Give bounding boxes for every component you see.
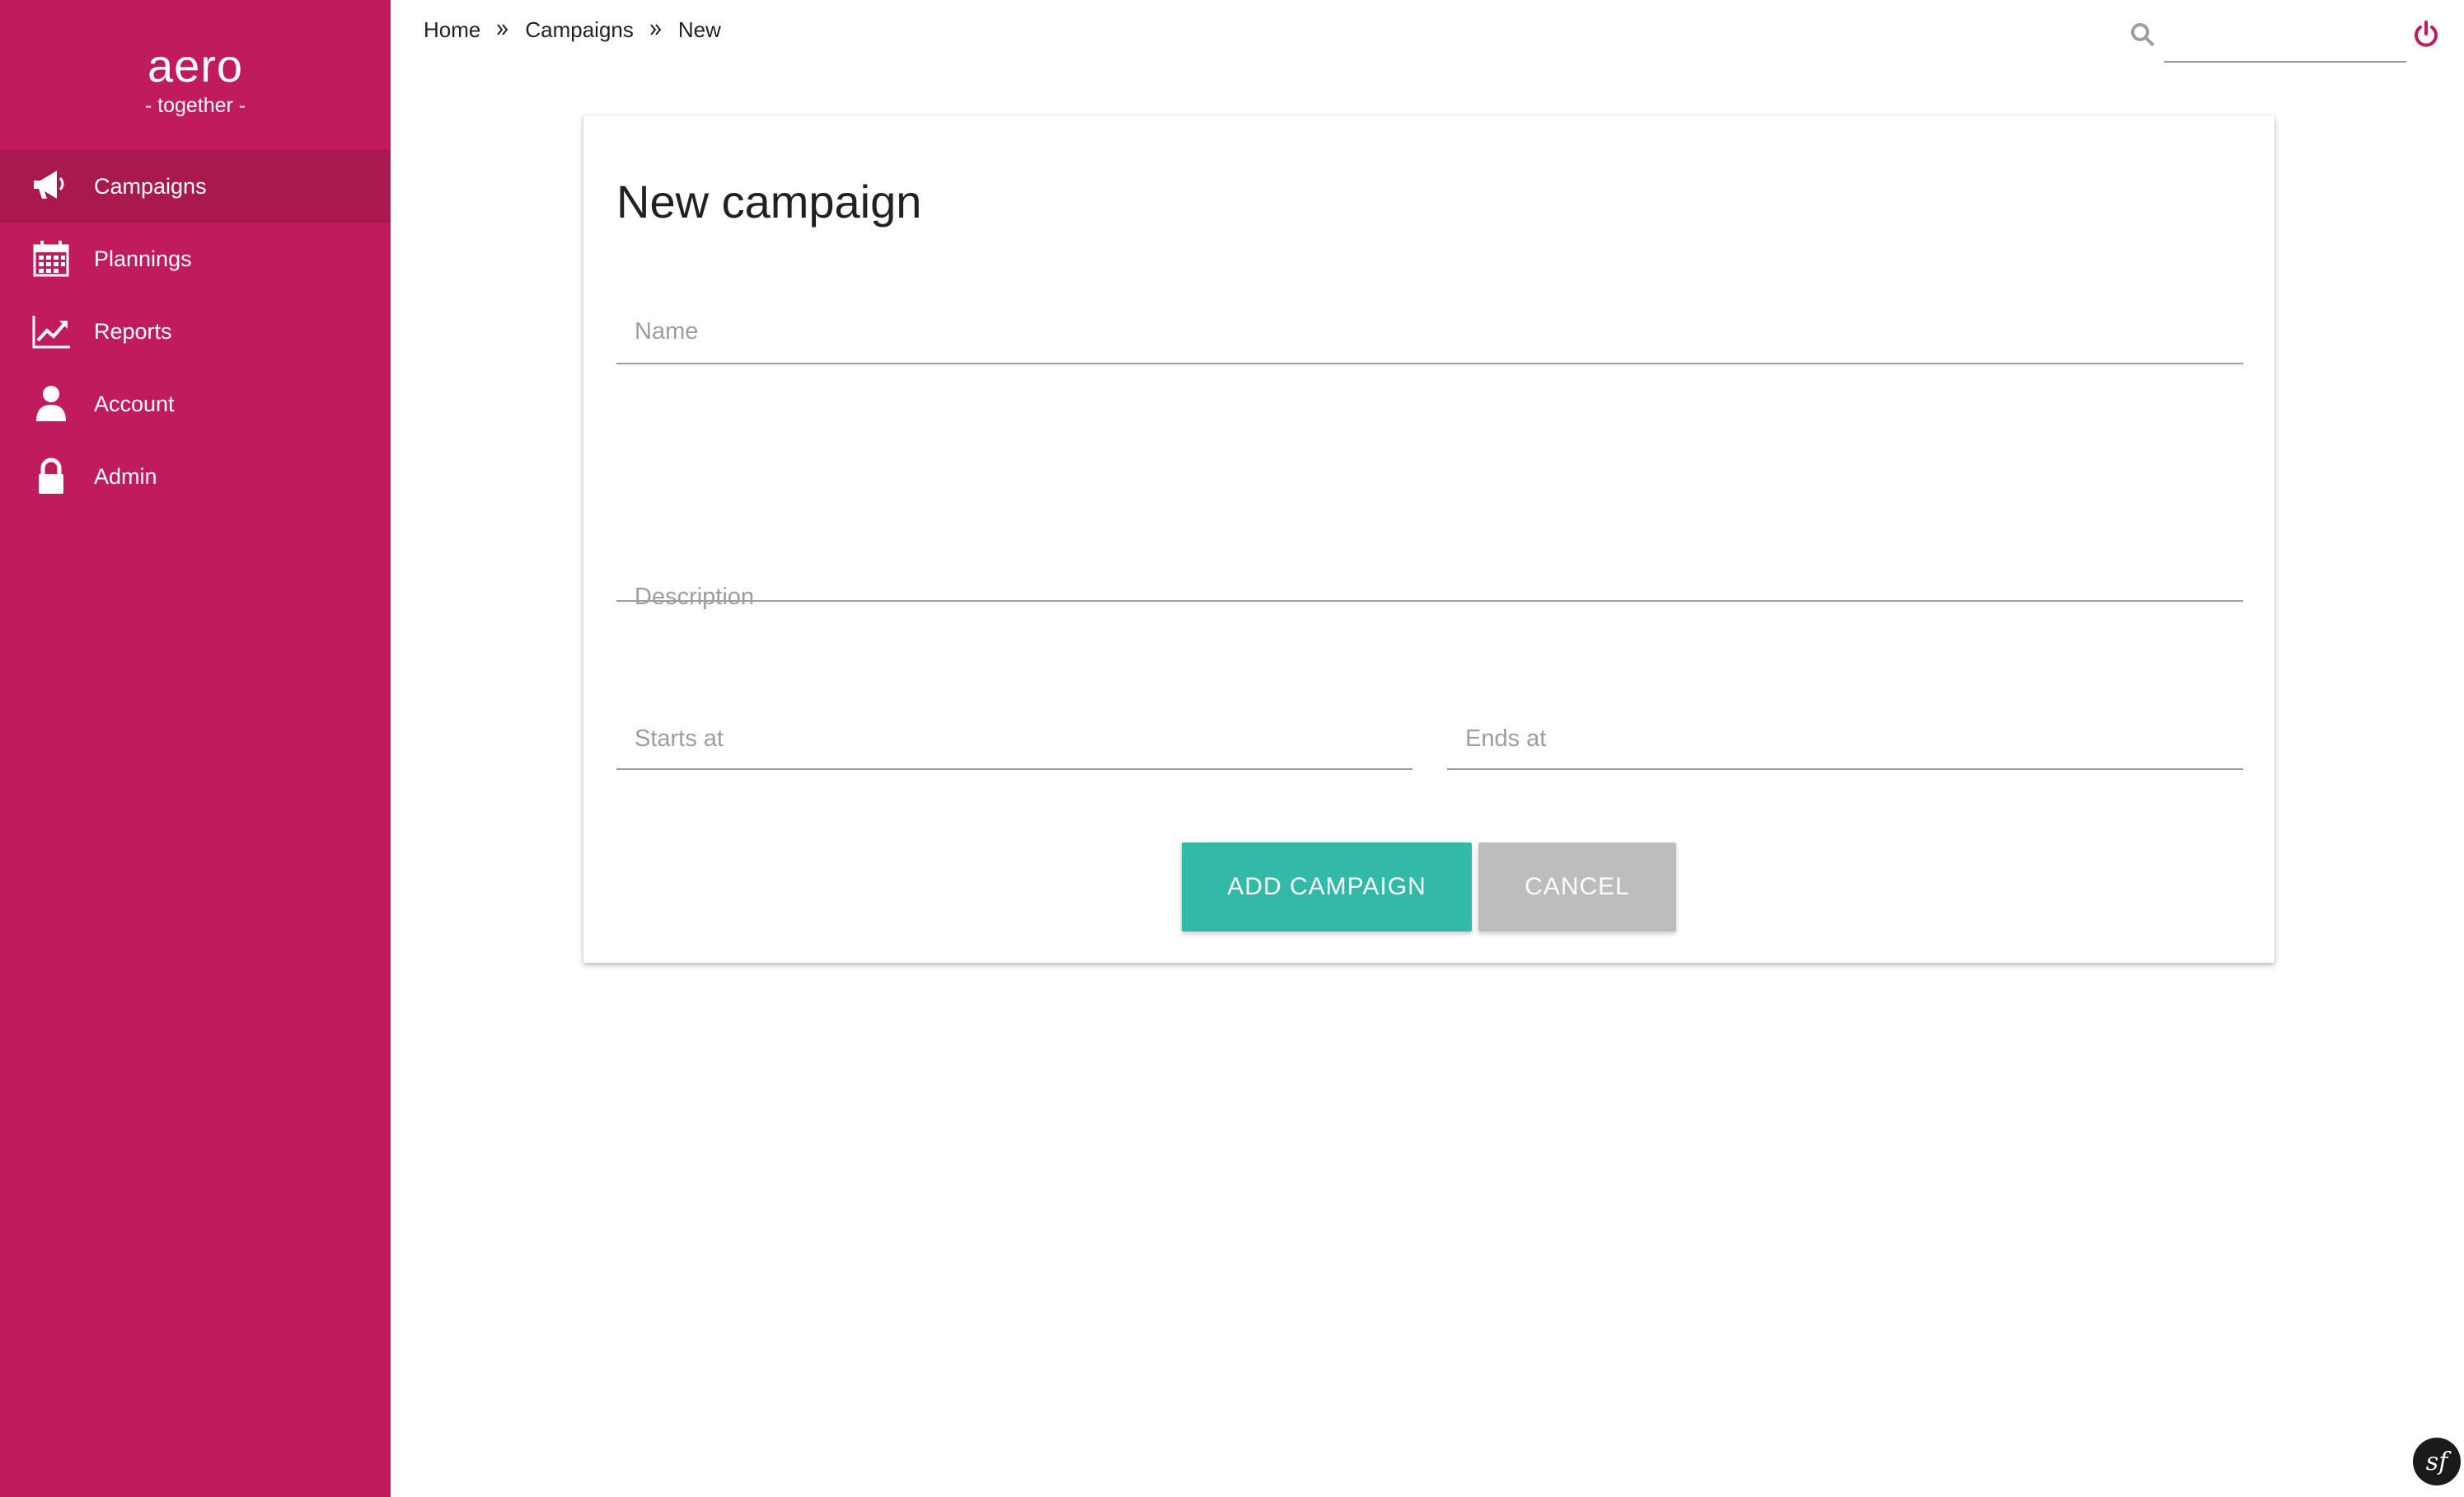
lock-icon bbox=[30, 455, 73, 498]
add-campaign-button[interactable]: ADD CAMPAIGN bbox=[1182, 842, 1472, 932]
symfony-icon[interactable]: sf bbox=[2413, 1438, 2461, 1485]
starts-at-input[interactable] bbox=[616, 692, 1412, 768]
description-field[interactable]: Description bbox=[616, 437, 2243, 610]
new-campaign-card: New campaign Name Description Starts at … bbox=[583, 115, 2274, 963]
sidebar-item-campaigns[interactable]: Campaigns bbox=[0, 150, 391, 223]
description-textarea[interactable] bbox=[616, 437, 2243, 600]
ends-at-input[interactable] bbox=[1447, 692, 2243, 768]
sidebar-item-label: Campaigns bbox=[94, 173, 207, 199]
brand[interactable]: aero - together - bbox=[0, 40, 391, 119]
breadcrumb: Home Campaigns New bbox=[424, 13, 721, 46]
breadcrumb-campaigns[interactable]: Campaigns bbox=[525, 17, 634, 43]
ends-at-field[interactable]: Ends at bbox=[1447, 692, 2243, 770]
sidebar-item-label: Admin bbox=[94, 463, 157, 489]
double-chevron-right-icon bbox=[495, 22, 510, 37]
user-icon bbox=[30, 382, 73, 425]
megaphone-icon bbox=[30, 165, 73, 208]
symfony-badge-text: sf bbox=[2425, 1447, 2448, 1476]
brand-tagline: - together - bbox=[144, 94, 246, 117]
name-field[interactable]: Name bbox=[616, 289, 2243, 364]
page-title: New campaign bbox=[616, 176, 922, 228]
sidebar-item-admin[interactable]: Admin bbox=[0, 440, 391, 513]
sidebar-item-label: Account bbox=[94, 391, 175, 416]
breadcrumb-current: New bbox=[677, 16, 721, 42]
sidebar-item-label: Plannings bbox=[94, 246, 192, 271]
search-icon[interactable] bbox=[2129, 21, 2157, 49]
double-chevron-right-icon bbox=[649, 22, 663, 37]
cancel-button[interactable]: CANCEL bbox=[1478, 842, 1676, 932]
sidebar-item-label: Reports bbox=[94, 318, 172, 344]
sidebar: aero - together - Campaigns Plannings Re… bbox=[0, 0, 391, 1497]
power-icon[interactable] bbox=[2411, 20, 2441, 49]
line-chart-icon bbox=[30, 310, 73, 353]
sidebar-item-reports[interactable]: Reports bbox=[0, 295, 391, 368]
sidebar-nav: Campaigns Plannings Reports Account Admi… bbox=[0, 150, 391, 513]
starts-at-field[interactable]: Starts at bbox=[616, 692, 1412, 770]
search-input[interactable] bbox=[2164, 16, 2406, 63]
name-input[interactable] bbox=[616, 289, 2243, 363]
calendar-icon bbox=[30, 237, 73, 280]
brand-name: aero bbox=[147, 40, 244, 92]
sidebar-item-plannings[interactable]: Plannings bbox=[0, 223, 391, 295]
breadcrumb-home[interactable]: Home bbox=[424, 17, 480, 43]
sidebar-item-account[interactable]: Account bbox=[0, 368, 391, 440]
